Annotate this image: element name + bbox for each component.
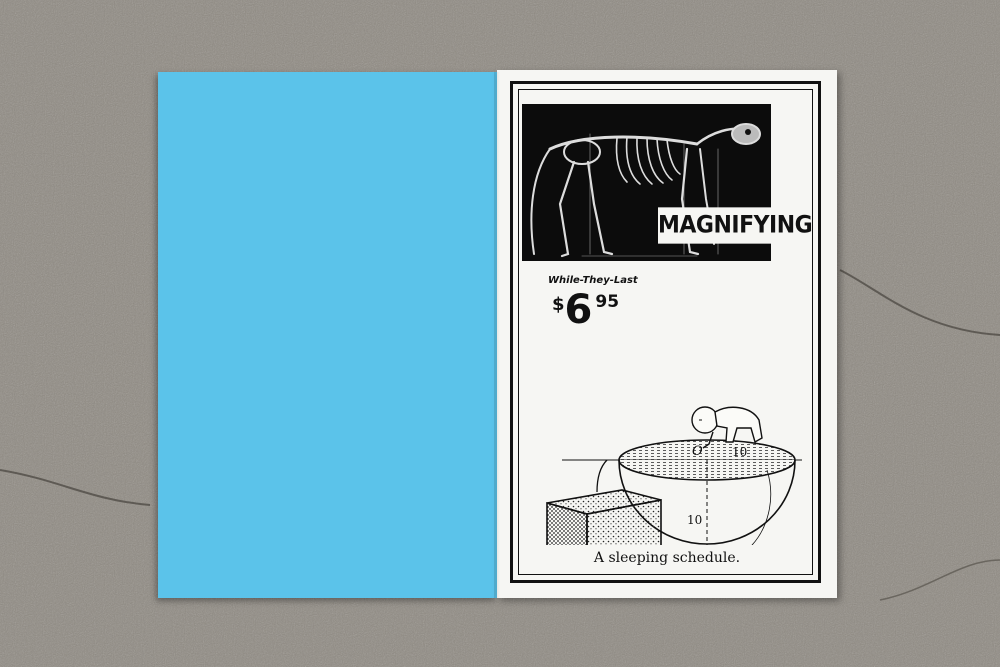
diagram-caption: A sleeping schedule. xyxy=(593,550,741,566)
headline-magnifying: MAGNIFYING xyxy=(658,207,813,244)
blue-cover-page xyxy=(158,72,497,598)
connector-curve xyxy=(596,459,608,493)
dotted-cube xyxy=(546,489,662,545)
booklet-spine xyxy=(494,72,500,598)
price-cents: 95 xyxy=(595,292,620,312)
label-origin: O xyxy=(692,444,703,459)
booklet-page: MAGNIFYING While-They-Last $ 6 95 O 10 1… xyxy=(497,70,837,598)
price-currency: $ xyxy=(552,294,565,315)
geometry-diagram: O 10 10 X xyxy=(546,406,802,545)
label-radius: 10 xyxy=(732,445,747,459)
label-height: 10 xyxy=(687,513,702,527)
tagline-while-they-last: While-They-Last xyxy=(548,275,638,286)
